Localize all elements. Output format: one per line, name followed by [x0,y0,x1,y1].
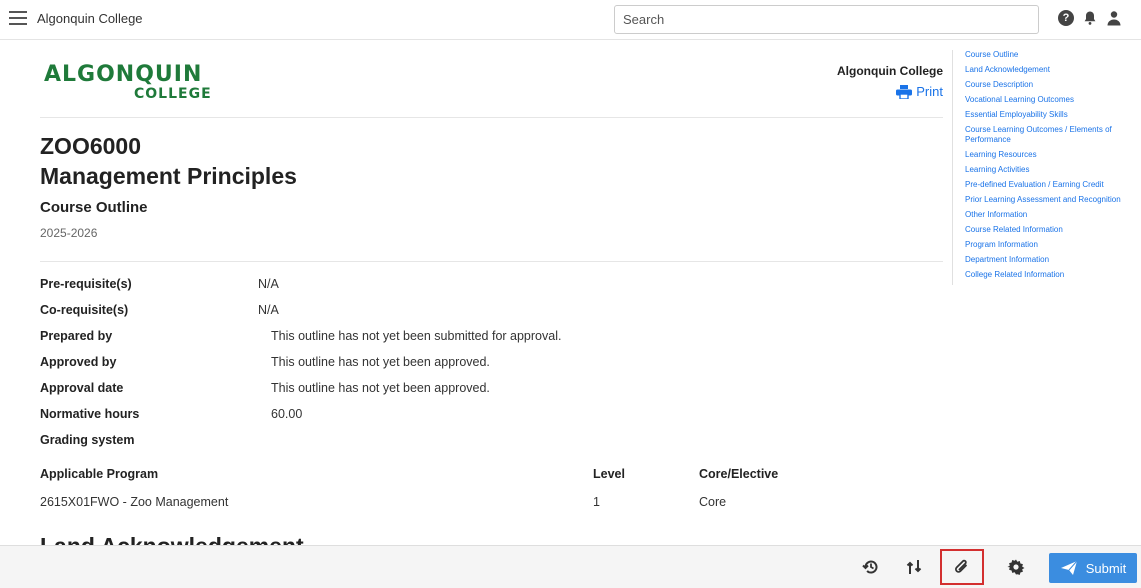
toc-link-other-information[interactable]: Other Information [965,210,1137,220]
toc-link-learning-activities[interactable]: Learning Activities [965,165,1137,175]
column-header-level: Level [593,467,625,481]
bell-icon[interactable] [1082,10,1098,26]
paper-plane-icon [1060,560,1078,575]
info-value: N/A [258,303,279,317]
search-input[interactable] [614,5,1039,34]
info-label: Pre-requisite(s) [40,277,132,291]
info-label: Co-requisite(s) [40,303,129,317]
info-label: Approval date [40,381,124,395]
toc-link-program-information[interactable]: Program Information [965,240,1137,250]
core-elective-cell: Core [699,495,727,509]
info-value: 60.00 [271,407,303,421]
bottom-action-bar: Submit [0,545,1141,588]
toc-link-learning-resources[interactable]: Learning Resources [965,150,1137,160]
info-row-approval-date: Approval date This outline has not yet b… [40,381,740,397]
college-logo: ALGONQUIN COLLEGE [44,63,219,103]
attachment-button[interactable] [940,549,984,585]
level-cell: 1 [593,495,600,509]
info-label: Normative hours [40,407,140,421]
print-button[interactable]: Print [896,84,943,99]
info-label: Prepared by [40,329,113,343]
info-value: This outline has not yet been submitted … [271,329,562,343]
submit-button[interactable]: Submit [1049,553,1137,583]
top-navigation-bar: Algonquin College ? [0,0,1141,40]
toc-link-course-outline[interactable]: Course Outline [965,50,1137,60]
toc-link-course-learning-outcomes[interactable]: Course Learning Outcomes / Elements of P… [965,125,1137,145]
document-type: Course Outline [40,199,148,216]
academic-year: 2025-2026 [40,226,98,240]
toc-link-prior-learning[interactable]: Prior Learning Assessment and Recognitio… [965,195,1137,205]
info-row-corequisites: Co-requisite(s) N/A [40,303,740,319]
info-row-prepared-by: Prepared by This outline has not yet bee… [40,329,740,345]
printer-icon [896,84,913,99]
toc-link-evaluation[interactable]: Pre-defined Evaluation / Earning Credit [965,180,1137,190]
compare-button[interactable] [902,555,926,579]
course-code: ZOO6000 [40,133,141,159]
table-of-contents: Course Outline Land Acknowledgement Cour… [952,50,1137,285]
print-label: Print [916,84,943,99]
toc-link-course-description[interactable]: Course Description [965,80,1137,90]
info-label: Approved by [40,355,117,369]
column-header-core-elective: Core/Elective [699,467,779,481]
info-value: N/A [258,277,279,291]
history-button[interactable] [859,555,883,579]
app-title: Algonquin College [37,11,143,26]
history-icon [862,560,878,574]
info-row-approved-by: Approved by This outline has not yet bee… [40,355,740,371]
course-name: Management Principles [40,163,297,189]
toc-link-department-information[interactable]: Department Information [965,255,1137,265]
toc-link-land-acknowledgement[interactable]: Land Acknowledgement [965,65,1137,75]
user-icon[interactable] [1106,10,1122,26]
paperclip-icon [955,559,967,573]
info-value: This outline has not yet been approved. [271,381,490,395]
toc-link-college-related-information[interactable]: College Related Information [965,270,1137,280]
info-row-grading-system: Grading system [40,433,740,449]
divider [40,261,943,262]
info-row-normative-hours: Normative hours 60.00 [40,407,740,423]
logo-wordmark-top: ALGONQUIN [44,62,203,87]
help-icon[interactable]: ? [1058,10,1074,26]
info-row-prerequisites: Pre-requisite(s) N/A [40,277,740,293]
gear-icon [1007,559,1025,575]
logo-wordmark-bottom: COLLEGE [134,86,212,102]
hamburger-menu-icon[interactable] [9,11,27,25]
divider [40,117,943,118]
toc-link-essential-employability-skills[interactable]: Essential Employability Skills [965,110,1137,120]
toc-link-course-related-information[interactable]: Course Related Information [965,225,1137,235]
top-icons: ? [1058,10,1122,26]
program-cell: 2615X01FWO - Zoo Management [40,495,229,509]
compare-arrows-icon [906,560,922,574]
column-header-program: Applicable Program [40,467,159,481]
college-name: Algonquin College [837,64,943,78]
info-label: Grading system [40,433,135,447]
settings-button[interactable] [1004,555,1028,579]
toc-link-vocational-learning-outcomes[interactable]: Vocational Learning Outcomes [965,95,1137,105]
info-value: This outline has not yet been approved. [271,355,490,369]
submit-label: Submit [1085,560,1127,576]
